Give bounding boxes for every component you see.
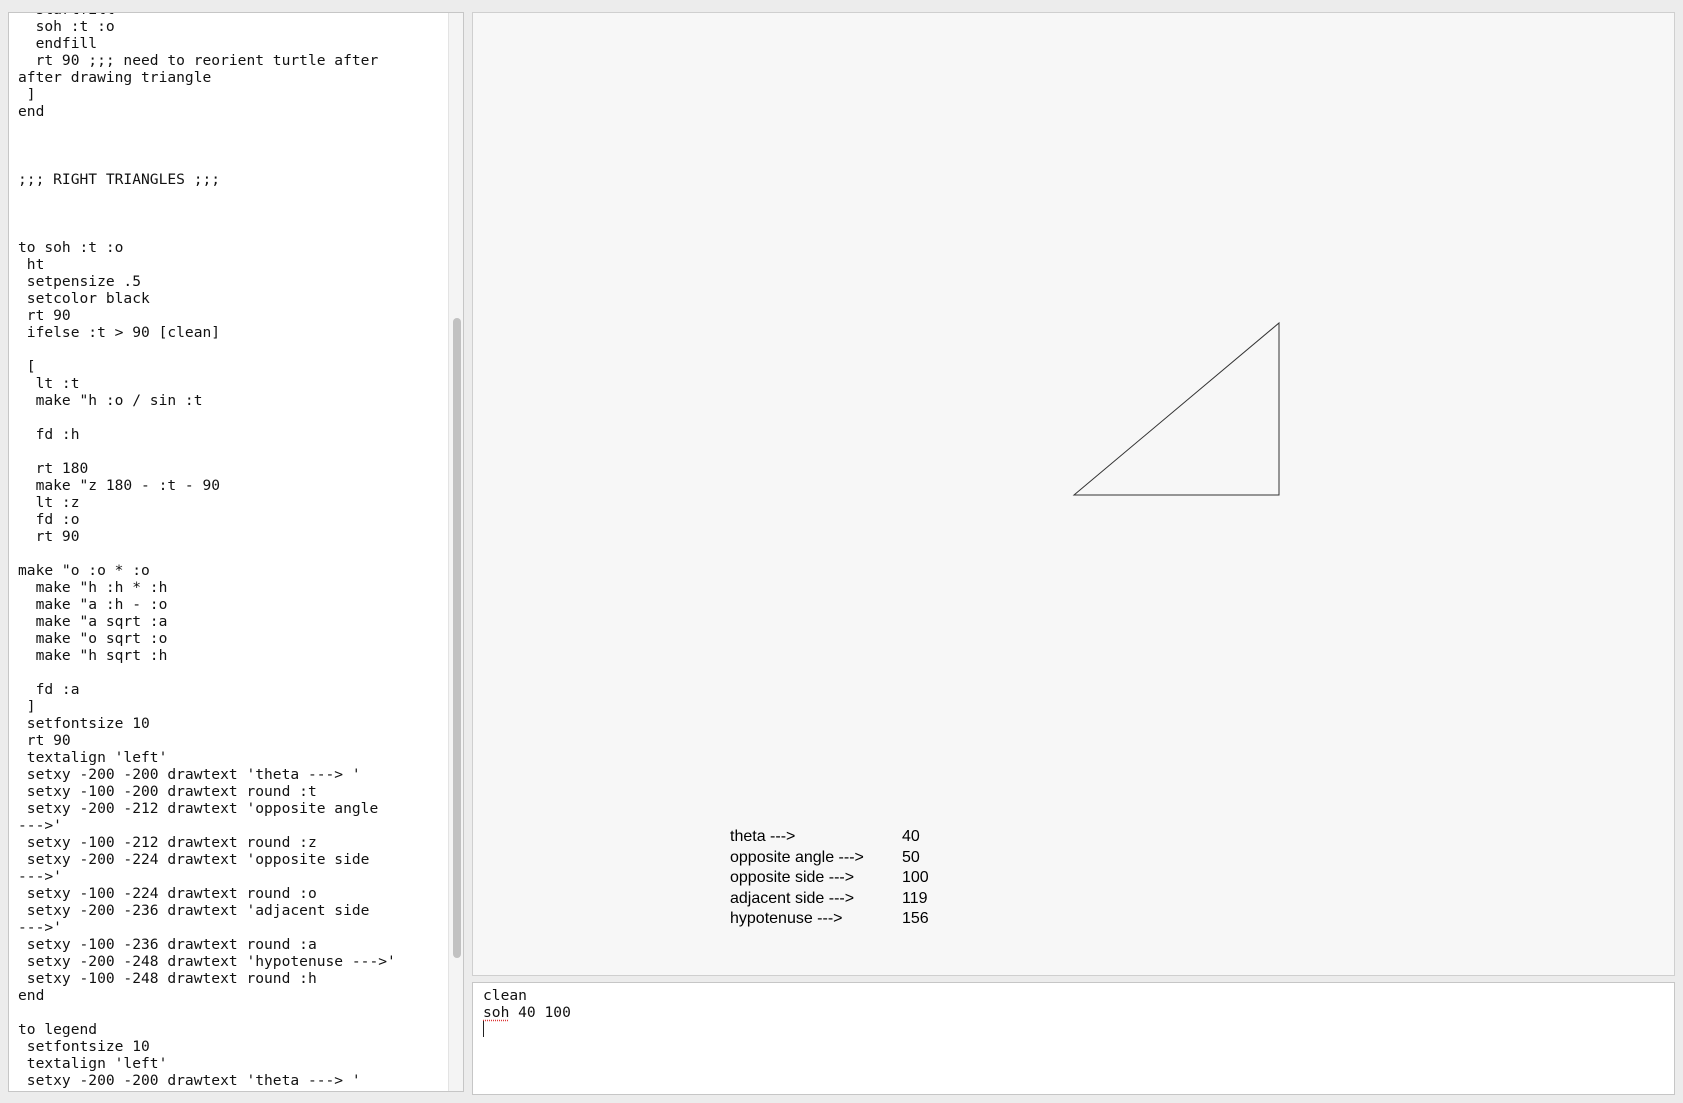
- legend-value: 40: [902, 828, 920, 845]
- console-command: soh: [483, 1004, 510, 1021]
- console-line: soh 40 100: [483, 1004, 571, 1021]
- legend-label: theta --->: [730, 828, 796, 845]
- editor-scrollbar-thumb[interactable]: [453, 318, 461, 958]
- legend-value: 50: [902, 848, 920, 866]
- legend-row-hypotenuse: hypotenuse ---> 156: [730, 909, 929, 930]
- console-input-line[interactable]: [483, 1021, 571, 1038]
- text-caret: [483, 1021, 484, 1037]
- turtle-canvas: theta ---> 40 opposite angle ---> 50 opp…: [472, 12, 1675, 976]
- legend-row-opposite-angle: opposite angle ---> 50: [730, 848, 920, 869]
- triangle-legend: theta ---> 40 opposite angle ---> 50 opp…: [730, 827, 929, 930]
- right-triangle-drawing: [1072, 321, 1280, 496]
- legend-label: opposite side --->: [730, 869, 855, 887]
- command-console[interactable]: clean soh 40 100: [472, 982, 1675, 1095]
- console-args: 40 100: [509, 1004, 571, 1021]
- legend-label: hypotenuse --->: [730, 910, 843, 928]
- legend-label: opposite angle --->: [730, 848, 864, 866]
- code-editor[interactable]: startfill soh :t :o endfill rt 90 ;;; ne…: [8, 12, 464, 1092]
- right-triangle: [1072, 321, 1280, 496]
- legend-row-opposite-side: opposite side ---> 100: [730, 868, 929, 889]
- console-line: clean: [483, 987, 527, 1004]
- legend-value: 156: [902, 910, 929, 928]
- legend-value: 119: [902, 889, 928, 907]
- code-text[interactable]: startfill soh :t :o endfill rt 90 ;;; ne…: [18, 13, 396, 1089]
- legend-row-theta: theta ---> 40: [730, 827, 920, 848]
- legend-value: 100: [902, 869, 929, 887]
- legend-row-adjacent-side: adjacent side ---> 119: [730, 889, 928, 910]
- legend-label: adjacent side --->: [730, 889, 855, 907]
- editor-scrollbar[interactable]: [448, 13, 463, 1091]
